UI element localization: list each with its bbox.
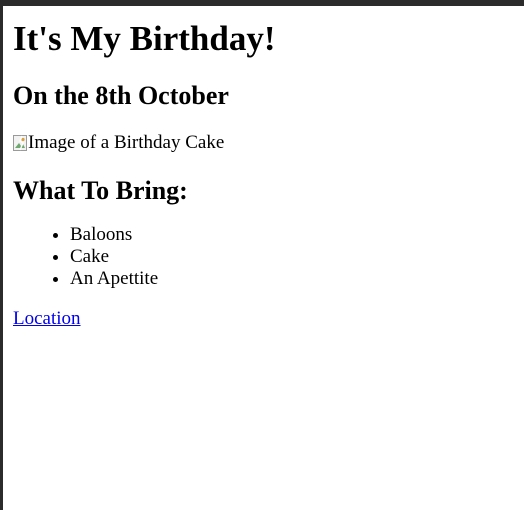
list-item: Cake: [70, 246, 524, 268]
event-date-heading: On the 8th October: [13, 81, 229, 110]
bring-list: Baloons Cake An Apettite: [13, 224, 524, 290]
list-item: Baloons: [70, 224, 524, 246]
birthday-cake-image: Image of a Birthday Cake: [13, 132, 524, 154]
image-alt-text: Image of a Birthday Cake: [28, 132, 225, 153]
list-item: An Apettite: [70, 268, 524, 290]
page-content: It's My Birthday! On the 8th October Ima…: [13, 6, 524, 330]
broken-image-icon: [13, 135, 27, 151]
what-to-bring-heading: What To Bring:: [13, 176, 188, 205]
window-left-border: [0, 0, 3, 510]
page-title: It's My Birthday!: [13, 19, 276, 58]
location-link[interactable]: Location: [13, 308, 81, 330]
